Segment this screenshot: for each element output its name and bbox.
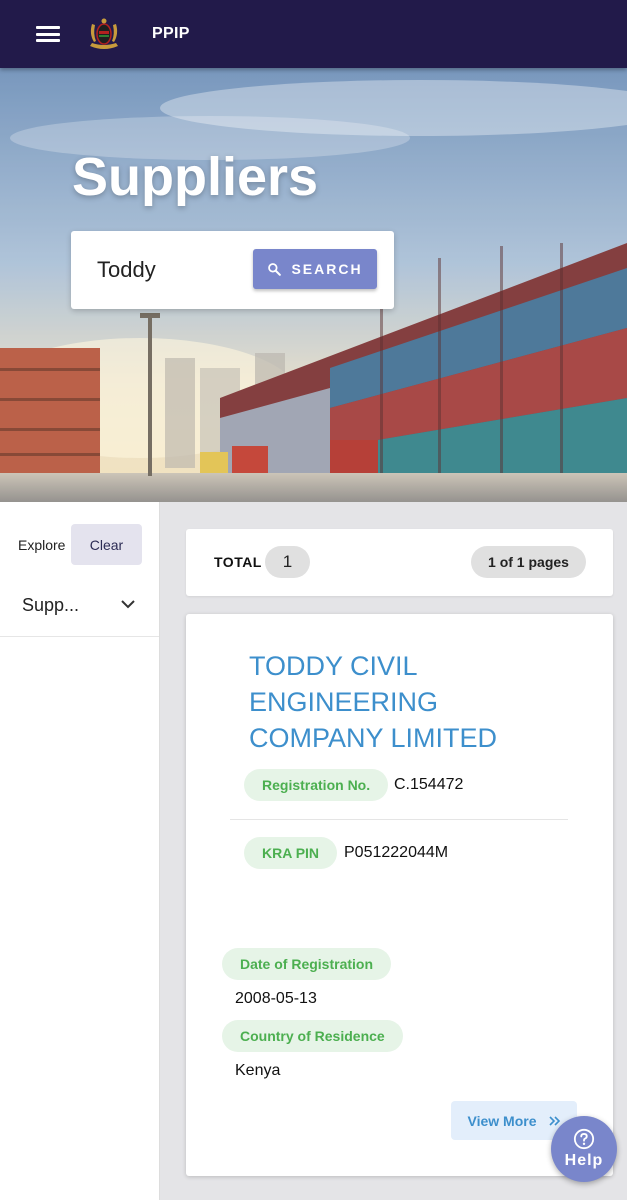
double-chevron-right-icon	[548, 1115, 560, 1126]
search-button[interactable]: SEARCH	[253, 249, 377, 289]
page-title: Suppliers	[72, 147, 319, 207]
explore-label: Explore	[18, 537, 66, 553]
category-select-value: Supp...	[22, 594, 80, 615]
divider	[230, 819, 568, 820]
clear-button[interactable]: Clear	[71, 524, 142, 565]
supplier-name-link[interactable]: TODDY CIVIL ENGINEERING COMPANY LIMITED	[249, 648, 569, 756]
app-bar: PPIP	[0, 0, 627, 68]
search-input[interactable]	[97, 253, 247, 287]
chevron-down-icon	[121, 600, 135, 609]
registration-number-chip: Registration No.	[244, 769, 389, 801]
pagination-chip: 1 of 1 pages	[471, 546, 586, 578]
country-of-residence-value: Kenya	[235, 1062, 281, 1079]
sidebar: Explore Clear Supp...	[0, 502, 160, 1200]
kra-pin-chip: KRA PIN	[244, 837, 338, 869]
app-title: PPIP	[152, 25, 190, 42]
country-of-residence-chip: Country of Residence	[222, 1020, 403, 1052]
view-more-label: View More	[467, 1112, 537, 1129]
results-summary: TOTAL 1 1 of 1 pages	[186, 529, 613, 596]
hamburger-menu-icon[interactable]	[36, 24, 60, 44]
date-of-registration-chip: Date of Registration	[222, 948, 392, 980]
hero-banner: Suppliers SEARCH	[0, 68, 627, 502]
kra-pin-value: P051222044M	[344, 844, 449, 861]
search-box: SEARCH	[71, 231, 394, 309]
help-button[interactable]: Help	[551, 1116, 617, 1182]
total-label: TOTAL	[214, 554, 262, 570]
supplier-card: TODDY CIVIL ENGINEERING COMPANY LIMITED …	[186, 614, 613, 1176]
question-circle-icon	[573, 1128, 595, 1150]
kenya-coat-of-arms-icon[interactable]	[86, 16, 122, 52]
help-label: Help	[564, 1152, 604, 1169]
category-select[interactable]: Supp...	[0, 574, 159, 637]
registration-number-value: C.154472	[394, 776, 464, 793]
total-count-chip: 1	[265, 546, 310, 578]
date-of-registration-value: 2008-05-13	[235, 990, 317, 1007]
search-button-label: SEARCH	[291, 261, 363, 277]
search-icon	[268, 263, 282, 276]
